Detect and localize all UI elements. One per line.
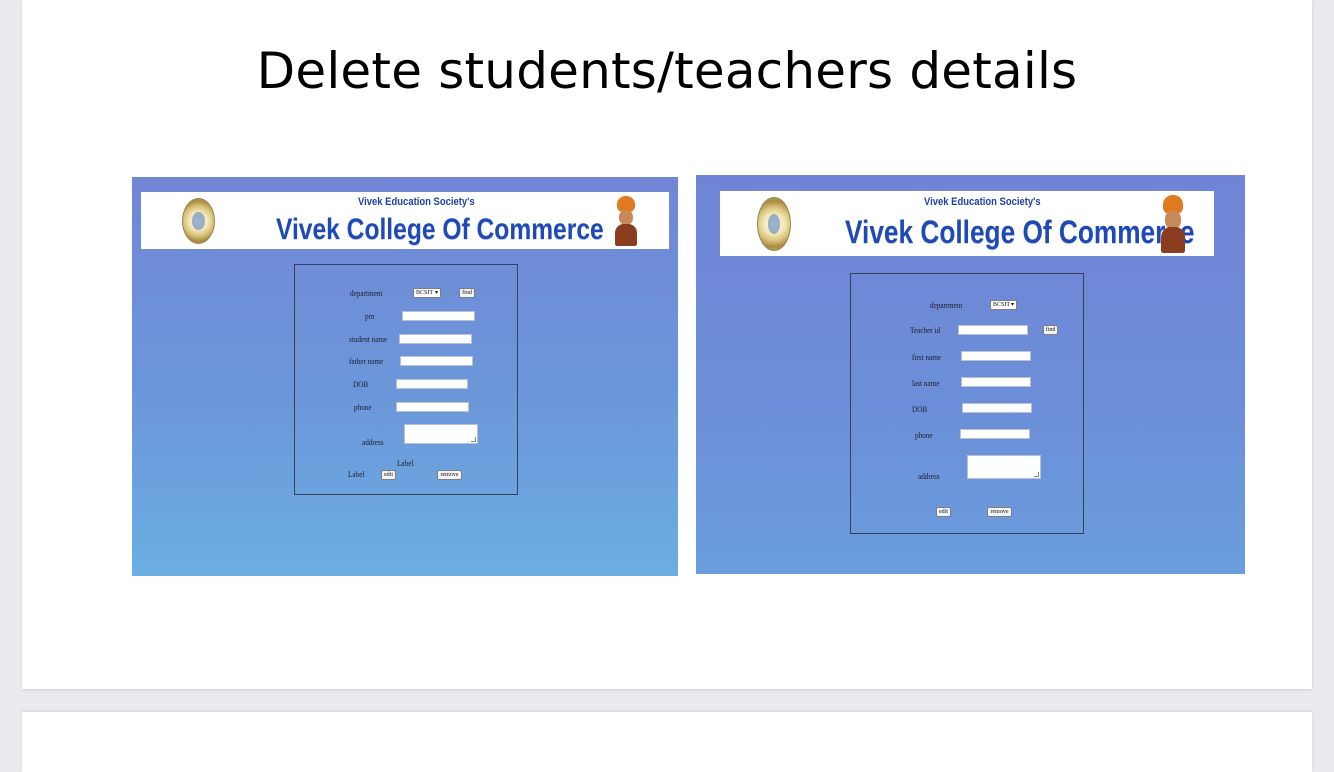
address-textarea[interactable] [404,424,478,444]
last-name-label: last name [912,379,940,388]
department-select[interactable]: BCSIT ▾ [413,288,441,298]
edit-button[interactable]: edit [936,507,951,517]
department-select[interactable]: BCSIT ▾ [990,300,1017,310]
student-form-screenshot: Vivek Education Society's Vivek College … [132,177,678,576]
last-name-input[interactable] [961,377,1031,387]
student-name-label: student name [349,335,388,344]
college-seal-icon [182,198,215,244]
find-button[interactable]: find [1043,325,1058,335]
phone-label: phone [915,431,933,440]
phone-input[interactable] [396,402,469,412]
remove-button[interactable]: remove [437,470,462,480]
college-name: Vivek College Of Commerce [845,214,1195,250]
college-seal-icon [757,197,791,251]
address-label: address [918,472,940,481]
dob-label: DOB [353,380,369,389]
address-label: address [362,438,384,447]
first-name-input[interactable] [961,351,1031,361]
department-label: department [350,289,383,298]
teacher-id-label: Teacher id [910,326,941,335]
department-label: department [930,301,963,310]
teacher-form: department BCSIT ▾ Teacher id find first … [850,273,1084,534]
student-form: department BCSIT ▾ find prn student name … [294,264,518,495]
college-banner: Vivek Education Society's Vivek College … [141,192,669,249]
phone-label: phone [354,403,372,412]
student-name-input[interactable] [399,334,472,344]
label-top: Label [397,459,414,468]
teacher-form-screenshot: Vivek Education Society's Vivek College … [696,175,1245,574]
first-name-label: first name [912,353,941,362]
dob-input[interactable] [396,379,468,389]
prn-label: prn [365,312,375,321]
remove-button[interactable]: remove [987,507,1012,517]
vivekananda-portrait-icon [615,196,637,246]
edit-button[interactable]: edit [381,470,396,480]
vivekananda-portrait-icon [1161,195,1185,253]
slide-current: Delete students/teachers details Vivek E… [22,0,1312,689]
chevron-down-icon: ▾ [1010,302,1014,308]
slide-next[interactable] [22,712,1312,772]
chevron-down-icon: ▾ [434,290,438,296]
society-name: Vivek Education Society's [924,196,1041,208]
father-name-input[interactable] [400,356,473,366]
teacher-id-input[interactable] [958,325,1028,335]
find-button[interactable]: find [459,288,475,298]
dob-label: DOB [912,405,928,414]
slide-title: Delete students/teachers details [256,42,1078,100]
label-left: Label [348,470,365,479]
phone-input[interactable] [960,429,1030,439]
college-banner: Vivek Education Society's Vivek College … [720,191,1214,256]
father-name-label: father name [349,357,384,366]
society-name: Vivek Education Society's [358,196,475,208]
address-textarea[interactable] [967,455,1041,479]
dob-input[interactable] [962,403,1032,413]
prn-input[interactable] [402,311,475,321]
college-name: Vivek College Of Commerce [276,213,604,246]
